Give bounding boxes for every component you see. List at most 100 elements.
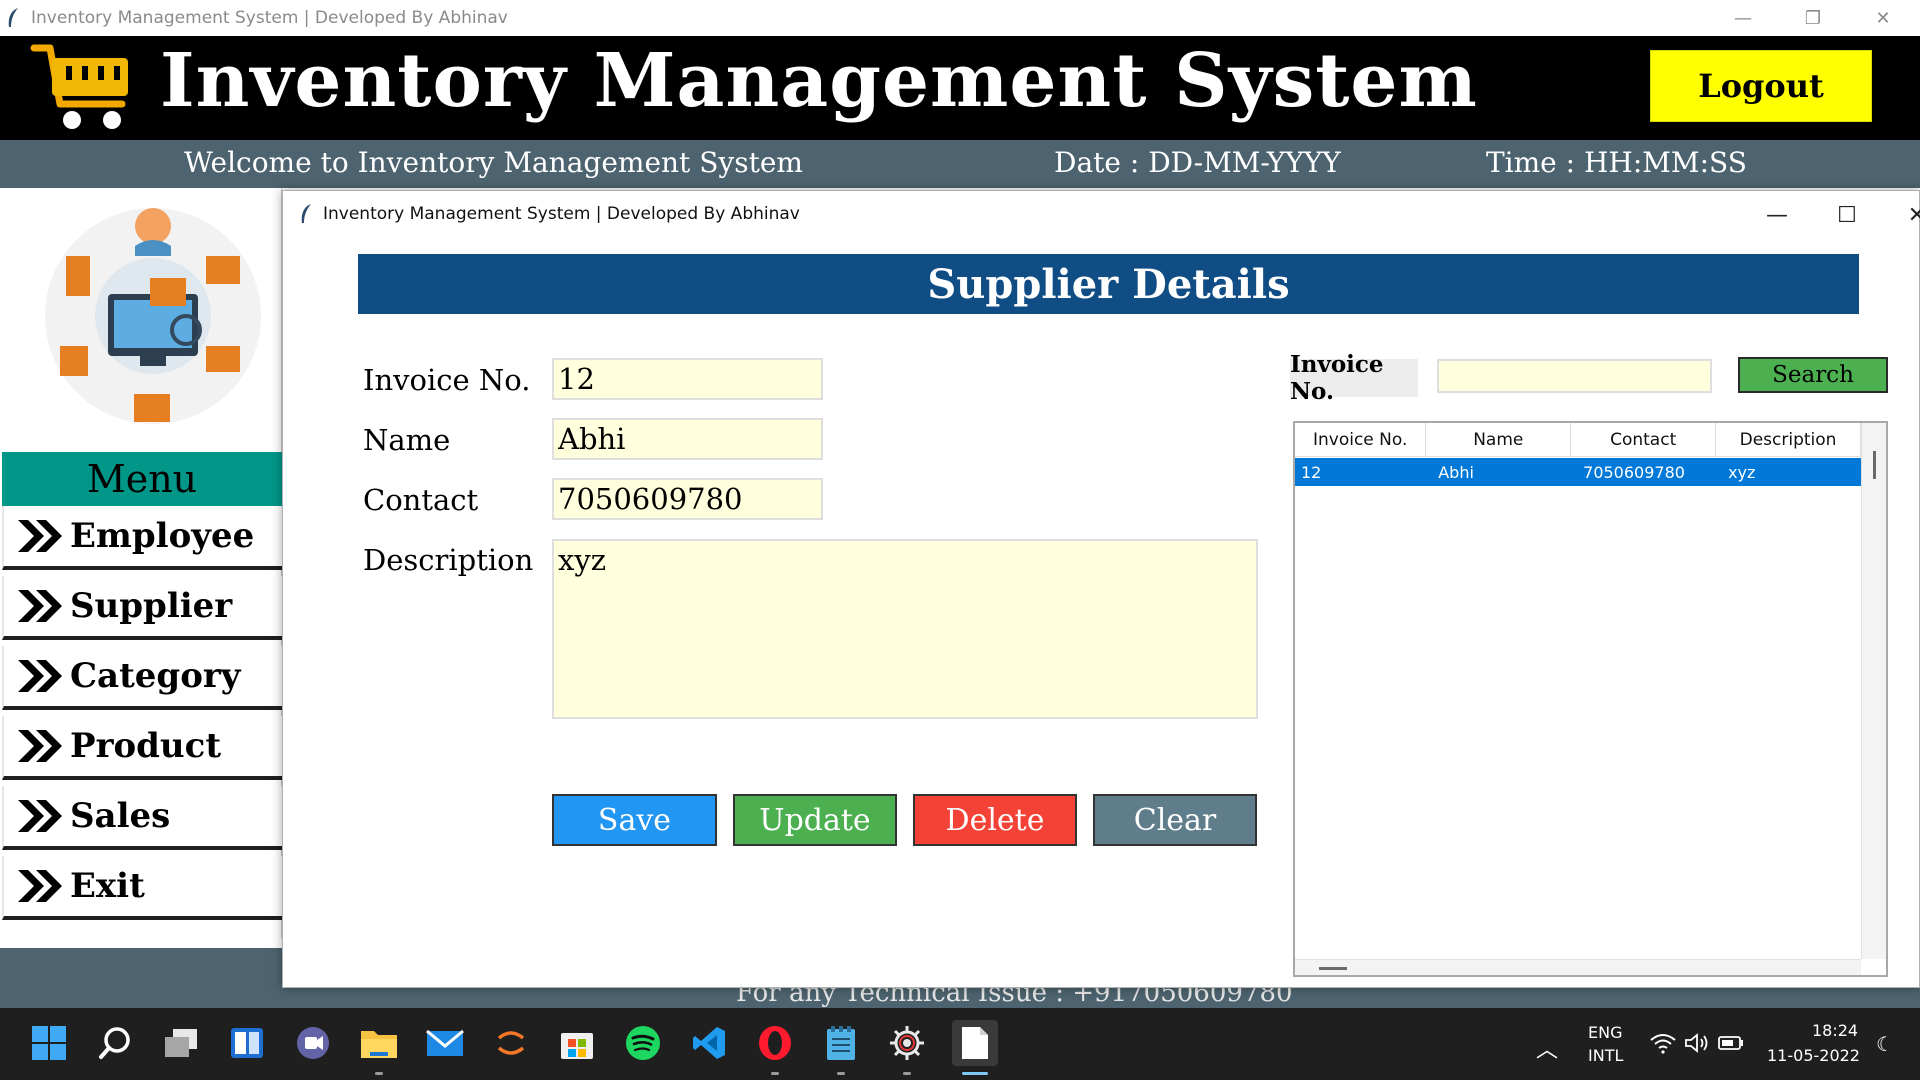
column-header-contact[interactable]: Contact <box>1571 423 1717 457</box>
double-chevron-right-icon <box>18 730 62 762</box>
double-chevron-right-icon <box>18 590 62 622</box>
menu-item-sales[interactable]: Sales <box>2 786 282 850</box>
volume-icon[interactable] <box>1682 1022 1712 1064</box>
menu-item-label: Category <box>70 656 241 696</box>
widgets-icon[interactable] <box>226 1022 268 1064</box>
menu-item-label: Employee <box>70 516 255 556</box>
app-header: Inventory Management System Logout <box>0 36 1920 140</box>
contact-input[interactable] <box>552 478 823 520</box>
blank-document-icon[interactable] <box>952 1020 998 1066</box>
inventory-illustration <box>45 208 261 424</box>
update-button[interactable]: Update <box>733 794 897 846</box>
jupyter-icon[interactable] <box>490 1022 532 1064</box>
delete-button[interactable]: Delete <box>913 794 1077 846</box>
main-titlebar: Inventory Management System | Developed … <box>0 0 1920 36</box>
microsoft-store-icon[interactable] <box>556 1022 598 1064</box>
child-minimize-button[interactable]: — <box>1757 197 1797 233</box>
language-indicator[interactable]: ENG <box>1588 1023 1622 1042</box>
menu-item-exit[interactable]: Exit <box>2 856 282 920</box>
child-maximize-button[interactable]: ☐ <box>1827 197 1867 233</box>
double-chevron-right-icon <box>18 520 62 552</box>
save-button[interactable]: Save <box>552 794 717 846</box>
supplier-window: Inventory Management System | Developed … <box>282 190 1920 988</box>
horizontal-scrollbar[interactable] <box>1295 959 1861 975</box>
show-hidden-icons-chevron-icon[interactable]: ︿ <box>1536 1032 1558 1064</box>
active-indicator <box>962 1072 988 1075</box>
language-layout-indicator[interactable]: INTL <box>1588 1046 1623 1065</box>
name-input[interactable] <box>552 418 823 460</box>
cell-description: xyz <box>1728 462 1756 482</box>
supplier-window-title: Inventory Management System | Developed … <box>323 204 800 224</box>
running-indicator <box>903 1072 911 1075</box>
windows-start-icon[interactable] <box>28 1022 70 1064</box>
clock-time[interactable]: 18:24 <box>1812 1021 1858 1040</box>
column-header-invoice[interactable]: Invoice No. <box>1295 423 1427 457</box>
menu-item-label: Sales <box>70 796 171 836</box>
search-icon[interactable] <box>94 1022 136 1064</box>
name-label: Name <box>363 423 451 457</box>
invoice-input[interactable] <box>552 358 823 400</box>
close-button[interactable]: ✕ <box>1848 0 1918 36</box>
running-indicator <box>375 1072 383 1075</box>
app-title: Inventory Management System <box>160 38 1478 124</box>
teams-chat-icon[interactable] <box>292 1022 334 1064</box>
vscode-icon[interactable] <box>688 1022 730 1064</box>
logout-button[interactable]: Logout <box>1650 50 1872 122</box>
mail-icon[interactable] <box>424 1022 466 1064</box>
restore-button[interactable]: ❐ <box>1778 0 1848 36</box>
invoice-label: Invoice No. <box>363 363 531 397</box>
menu-item-category[interactable]: Category <box>2 646 282 710</box>
taskbar: ︿ ENG INTL 18:24 11-05-2022 ☾ <box>0 1008 1920 1080</box>
feather-icon <box>8 8 18 27</box>
contact-label: Contact <box>363 483 479 517</box>
search-invoice-input[interactable] <box>1437 359 1712 393</box>
task-view-icon[interactable] <box>160 1022 202 1064</box>
focus-assist-icon[interactable]: ☾ <box>1876 1032 1894 1056</box>
file-explorer-icon[interactable] <box>358 1022 400 1064</box>
running-indicator <box>771 1072 779 1075</box>
notepad-icon[interactable] <box>820 1022 862 1064</box>
description-textarea[interactable]: xyz <box>552 539 1258 719</box>
menu-item-supplier[interactable]: Supplier <box>2 576 282 640</box>
menu-item-label: Exit <box>70 866 145 906</box>
cell-invoice: 12 <box>1301 462 1322 482</box>
status-bar: Welcome to Inventory Management System D… <box>0 140 1920 188</box>
date-text: Date : DD-MM-YYYY <box>1054 146 1341 179</box>
menu-item-employee[interactable]: Employee <box>2 506 282 570</box>
search-invoice-label: Invoice No. <box>1290 351 1418 405</box>
opera-icon[interactable] <box>754 1022 796 1064</box>
vertical-scrollbar[interactable] <box>1861 423 1886 959</box>
search-button[interactable]: Search <box>1738 357 1888 393</box>
table-header: Invoice No. Name Contact Description <box>1295 423 1861 457</box>
table-row[interactable]: 12 Abhi 7050609780 xyz <box>1295 458 1861 486</box>
settings-icon[interactable] <box>886 1022 928 1064</box>
menu-item-product[interactable]: Product <box>2 716 282 780</box>
menu-header: Menu <box>2 452 282 506</box>
main-window-title: Inventory Management System | Developed … <box>31 8 508 28</box>
cell-name: Abhi <box>1438 462 1474 482</box>
menu-item-label: Product <box>70 726 222 766</box>
double-chevron-right-icon <box>18 800 62 832</box>
column-header-description[interactable]: Description <box>1716 423 1861 457</box>
scrollbar-thumb[interactable] <box>1319 967 1347 970</box>
running-indicator <box>837 1072 845 1075</box>
minimize-button[interactable]: — <box>1708 0 1778 36</box>
left-menu-panel: Menu Employee Supplier Category Product … <box>0 188 282 938</box>
feather-icon <box>301 204 311 223</box>
double-chevron-right-icon <box>18 870 62 902</box>
cell-contact: 7050609780 <box>1583 462 1685 482</box>
battery-icon[interactable] <box>1716 1022 1746 1064</box>
spotify-icon[interactable] <box>622 1022 664 1064</box>
supplier-table[interactable]: Invoice No. Name Contact Description 12 … <box>1293 421 1888 977</box>
child-close-button[interactable]: ✕ <box>1897 197 1920 233</box>
wifi-icon[interactable] <box>1648 1022 1678 1064</box>
description-label: Description <box>363 543 534 577</box>
clear-button[interactable]: Clear <box>1093 794 1257 846</box>
scrollbar-thumb[interactable] <box>1873 451 1876 479</box>
time-text: Time : HH:MM:SS <box>1486 146 1747 179</box>
double-chevron-right-icon <box>18 660 62 692</box>
clock-date[interactable]: 11-05-2022 <box>1767 1046 1860 1065</box>
column-header-name[interactable]: Name <box>1426 423 1572 457</box>
supplier-window-titlebar: Inventory Management System | Developed … <box>283 191 1920 239</box>
welcome-text: Welcome to Inventory Management System <box>184 146 803 179</box>
